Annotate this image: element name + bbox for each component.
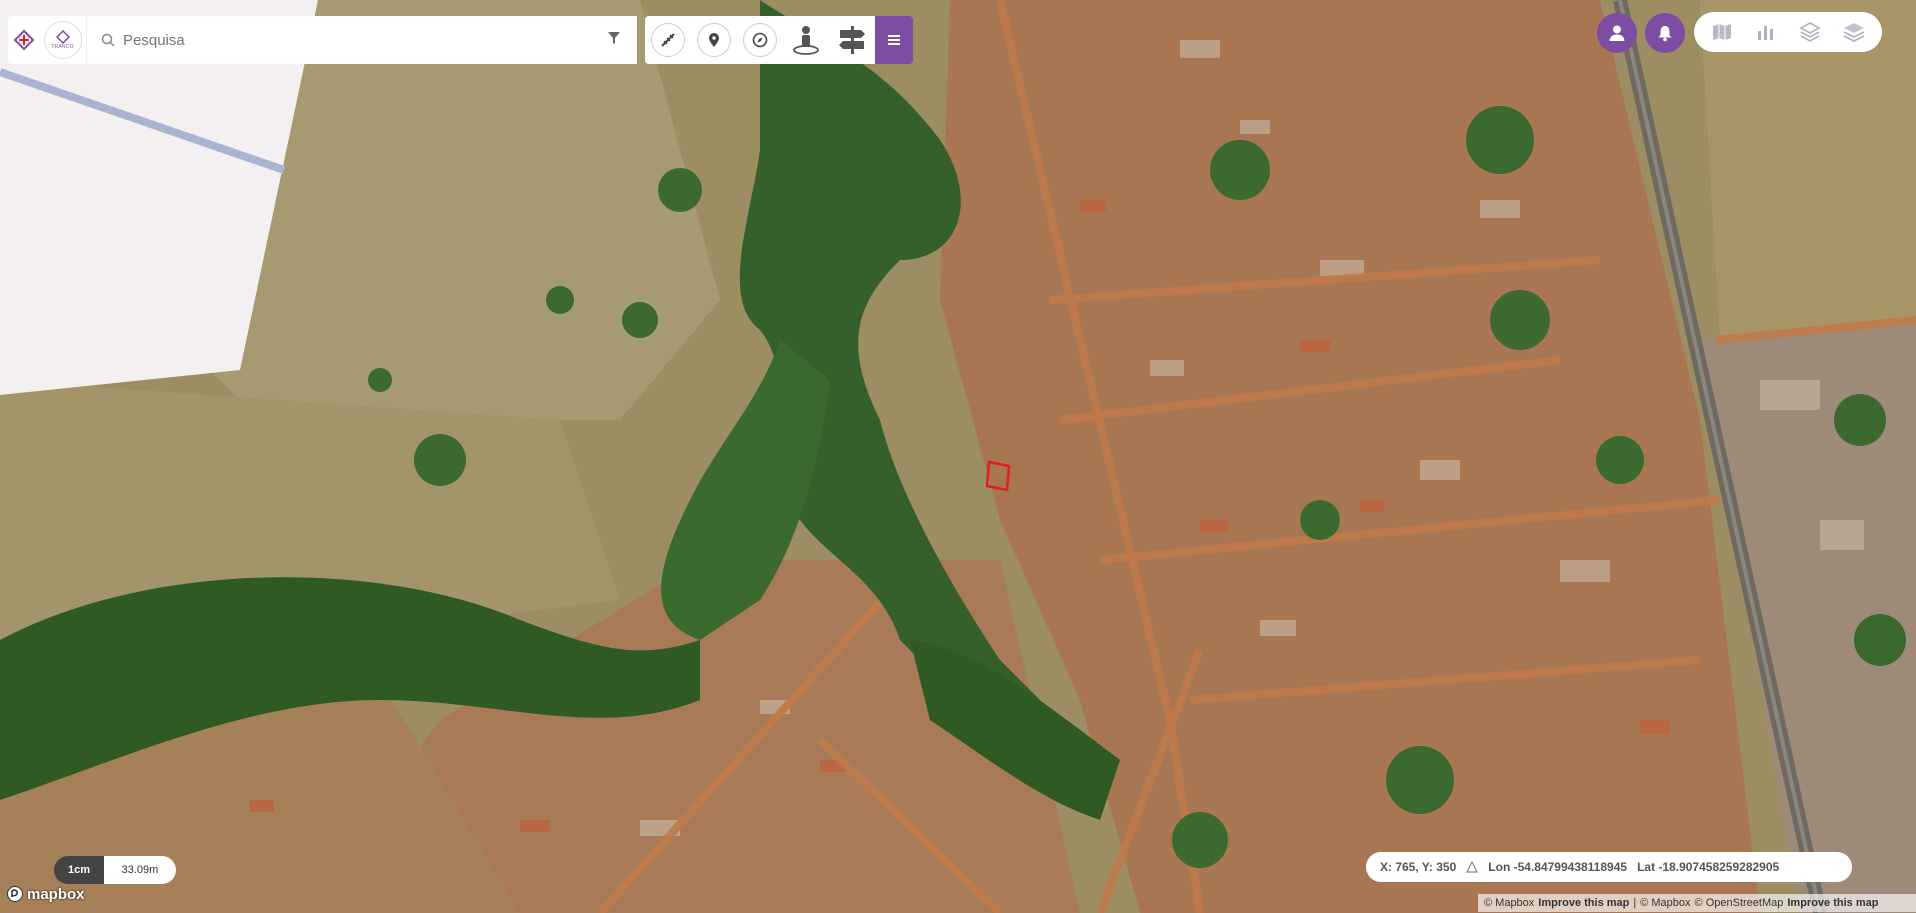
person-icon [793, 26, 819, 55]
attribution-mapbox-2[interactable]: © Mapbox [1640, 897, 1690, 909]
brand-sub-text: TRANCO [51, 44, 74, 50]
latitude-value: Lat -18.907458259282905 [1637, 860, 1780, 874]
cursor-xy: X: 765, Y: 350 [1380, 860, 1457, 874]
layer-switcher [1694, 12, 1882, 52]
selected-parcel-marker[interactable] [985, 460, 1015, 494]
satellite-imagery [0, 0, 1916, 913]
layers-outline-button[interactable] [1792, 14, 1828, 50]
coordinates-panel: X: 765, Y: 350 Lon -54.84799438118945 La… [1366, 852, 1852, 882]
layers-outline-icon [1799, 22, 1821, 42]
compass-icon [752, 32, 768, 48]
compass-tool-button[interactable] [737, 16, 783, 64]
map-canvas[interactable] [0, 0, 1916, 913]
notifications-button[interactable] [1645, 13, 1685, 53]
map-attribution: © Mapbox Improve this map | © Mapbox © O… [1478, 894, 1916, 912]
signpost-icon [839, 26, 865, 54]
tool-group [645, 16, 875, 64]
bar-chart-icon [1758, 26, 1773, 40]
marker-tool-button[interactable] [691, 16, 737, 64]
brand-logo-icon [13, 29, 34, 51]
signpost-tool-button[interactable] [829, 16, 875, 64]
mapbox-icon [7, 886, 23, 902]
improve-map-link-2[interactable]: Improve this map [1787, 897, 1878, 909]
mapbox-logo[interactable]: mapbox [6, 885, 85, 903]
attribution-osm[interactable]: © OpenStreetMap [1695, 897, 1784, 909]
statistics-button[interactable] [1748, 14, 1784, 50]
main-menu-button[interactable] [875, 16, 913, 64]
logo-area: TRANCO [8, 16, 86, 64]
search-bar [86, 16, 637, 64]
bell-icon [1658, 26, 1672, 42]
longitude-value: Lon -54.84799438118945 [1488, 860, 1628, 874]
search-input[interactable] [121, 30, 595, 50]
map-icon [1713, 24, 1731, 40]
brand-logo-badge: TRANCO [43, 21, 82, 59]
crosshair-icon [1466, 861, 1479, 873]
improve-map-link[interactable]: Improve this map [1538, 897, 1629, 909]
hamburger-icon [888, 35, 900, 45]
scale-unit: 1cm [54, 856, 104, 884]
measure-tool-button[interactable] [645, 16, 691, 64]
map-pin-icon [709, 33, 719, 47]
attribution-mapbox[interactable]: © Mapbox [1484, 897, 1534, 909]
map-scale: 1cm 33.09m [54, 856, 176, 884]
filter-icon[interactable] [607, 31, 621, 45]
brand-emblem-icon [55, 30, 70, 44]
street-view-tool-button[interactable] [783, 16, 829, 64]
user-icon [1609, 25, 1625, 41]
search-icon [101, 33, 115, 47]
measure-icon [661, 33, 675, 47]
user-button[interactable] [1597, 13, 1637, 53]
layers-filled-button[interactable] [1836, 14, 1872, 50]
mapbox-logo-text: mapbox [27, 885, 85, 903]
layers-filled-icon [1843, 23, 1865, 43]
top-toolbar: TRANCO [8, 16, 936, 64]
base-map-button[interactable] [1704, 14, 1740, 50]
scale-value: 33.09m [104, 856, 176, 884]
